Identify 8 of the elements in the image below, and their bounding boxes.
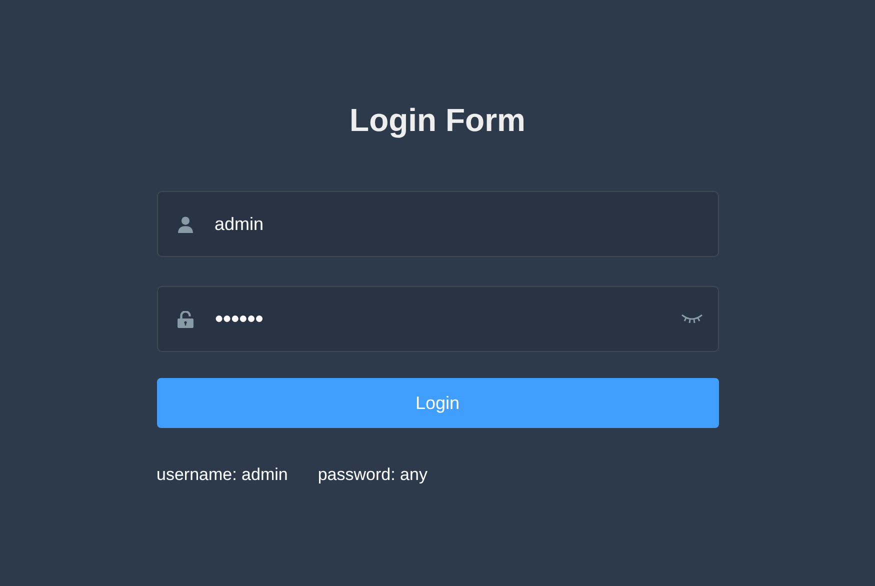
form-title: Login Form	[350, 101, 526, 140]
lock-icon	[176, 310, 194, 328]
closed-eye-icon[interactable]	[680, 313, 702, 325]
hint-text: password: any	[318, 465, 428, 485]
input-field[interactable]: ●●●●●●	[156, 286, 718, 352]
hint-text: username: admin	[156, 465, 288, 485]
input-field[interactable]: admin	[156, 191, 718, 257]
user-icon	[176, 216, 194, 232]
